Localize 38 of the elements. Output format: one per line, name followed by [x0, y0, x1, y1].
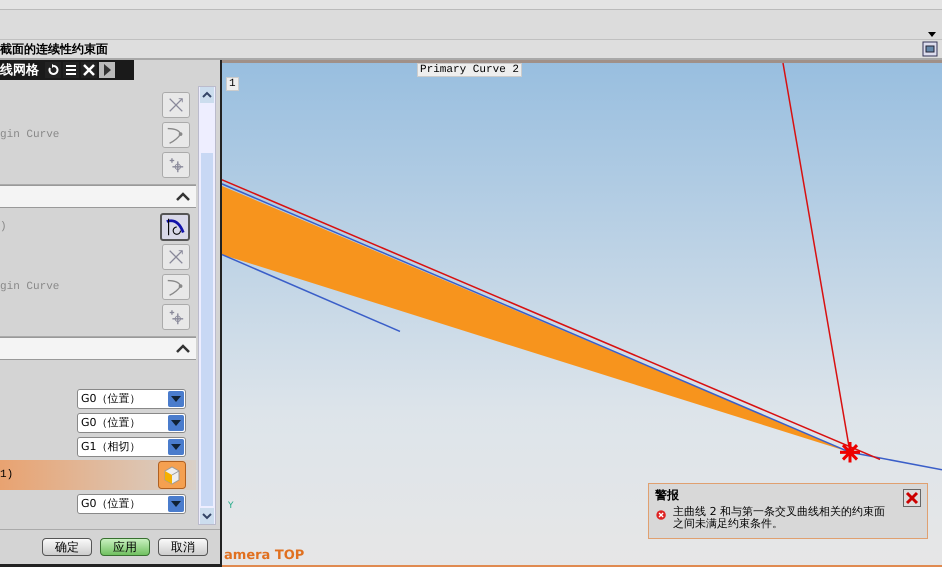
curve-label: ): [0, 221, 7, 233]
cross-arrow-icon: [167, 96, 185, 114]
continuity-dropdown[interactable]: G0（位置）: [77, 412, 186, 432]
face-label: 1): [0, 469, 14, 481]
menu-icon[interactable]: [63, 62, 79, 78]
curve-label: gin Curve: [0, 281, 60, 293]
continuity-dropdown[interactable]: G0（位置）: [77, 494, 186, 514]
fit-view-icon[interactable]: [922, 41, 938, 57]
tool-button[interactable]: [160, 213, 190, 241]
cue-text: 截面的连续性约束面: [0, 40, 108, 58]
continuity-dropdown[interactable]: G1（相切）: [77, 436, 186, 456]
continuity-dropdown[interactable]: G0（位置）: [77, 388, 186, 408]
cross-arrow-icon: [167, 248, 185, 266]
curve-select-icon: [164, 216, 186, 238]
axis-label: Y: [228, 501, 234, 511]
point-marker: [838, 440, 862, 464]
dialog-button[interactable]: 取消: [158, 538, 208, 556]
view-name: amera TOP: [224, 548, 304, 563]
scrollbar[interactable]: [198, 86, 216, 525]
scroll-up-icon[interactable]: [200, 87, 214, 103]
alert-title: 警报: [655, 487, 679, 504]
chevron-up-icon[interactable]: [176, 344, 190, 353]
dialog-button[interactable]: 确定: [42, 538, 92, 556]
dialog-title: 线网格: [0, 62, 40, 79]
caret-icon[interactable]: [928, 32, 936, 37]
face-selection-row[interactable]: 1): [0, 460, 196, 490]
alert-message: 主曲线 2 和与第一条交叉曲线相关的约束面之间未满足约束条件。: [673, 506, 886, 530]
chevron-up-icon[interactable]: [176, 192, 190, 201]
curve-tag: Primary Curve 2: [417, 63, 522, 77]
dialog-button[interactable]: 应用: [100, 538, 150, 556]
curve-tag: 1: [226, 77, 239, 91]
point-icon: [167, 308, 185, 326]
reset-icon[interactable]: [45, 62, 61, 78]
curve-label: gin Curve: [0, 129, 60, 141]
expand-icon[interactable]: [99, 62, 115, 78]
scroll-down-icon[interactable]: [200, 508, 214, 524]
point-icon: [167, 156, 185, 174]
cube-icon[interactable]: [158, 461, 186, 489]
